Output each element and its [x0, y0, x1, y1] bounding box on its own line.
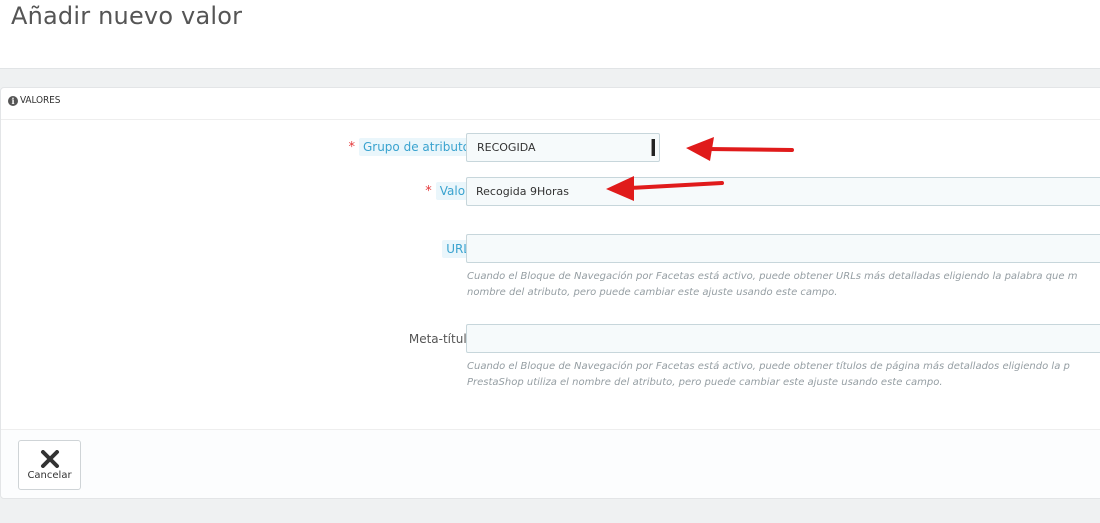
attribute-group-label-text: Grupo de atributo — [358, 138, 474, 156]
panel-heading-title: VALORES — [20, 95, 61, 106]
close-icon — [40, 450, 59, 468]
panel-heading: i VALORES — [1, 88, 1100, 120]
url-help-text: Cuando el Bloque de Navegación por Facet… — [467, 269, 1100, 301]
panel-footer: Cancelar — [1, 429, 1100, 498]
info-circle-icon: i — [8, 96, 18, 106]
attribute-group-selected-value: RECOGIDA — [477, 141, 536, 154]
attribute-group-label: * Grupo de atributo — [348, 138, 474, 156]
url-input[interactable] — [466, 234, 1100, 263]
required-marker: * — [348, 140, 355, 155]
meta-title-help-line-1: Cuando el Bloque de Navegación por Facet… — [467, 361, 1070, 372]
attribute-group-select[interactable]: RECOGIDA — [466, 133, 660, 162]
cancel-label: Cancelar — [27, 470, 72, 481]
value-input[interactable]: Recogida 9Horas — [466, 177, 1100, 206]
meta-title-label: Meta-título — [409, 332, 474, 346]
meta-title-help-text: Cuando el Bloque de Navegación por Facet… — [467, 359, 1100, 391]
value-input-text: Recogida 9Horas — [476, 185, 569, 198]
values-panel: i VALORES * Grupo de atributo RECOGIDA * V… — [0, 87, 1100, 499]
annotation-arrow-icon — [606, 176, 724, 201]
page-header: Añadir nuevo valor — [0, 0, 1100, 69]
meta-title-input[interactable] — [466, 324, 1100, 353]
select-caret-icon — [651, 139, 655, 156]
cancel-button[interactable]: Cancelar — [18, 440, 81, 490]
url-help-line-1: Cuando el Bloque de Navegación por Facet… — [467, 271, 1078, 282]
page-title: Añadir nuevo valor — [11, 2, 243, 30]
meta-title-label-text: Meta-título — [408, 332, 474, 346]
required-marker: * — [425, 184, 432, 199]
url-help-line-2: nombre del atributo, pero puede cambiar … — [467, 287, 838, 298]
meta-title-help-line-2: PrestaShop utiliza el nombre del atribut… — [467, 377, 943, 388]
annotation-arrow-icon — [686, 137, 794, 161]
